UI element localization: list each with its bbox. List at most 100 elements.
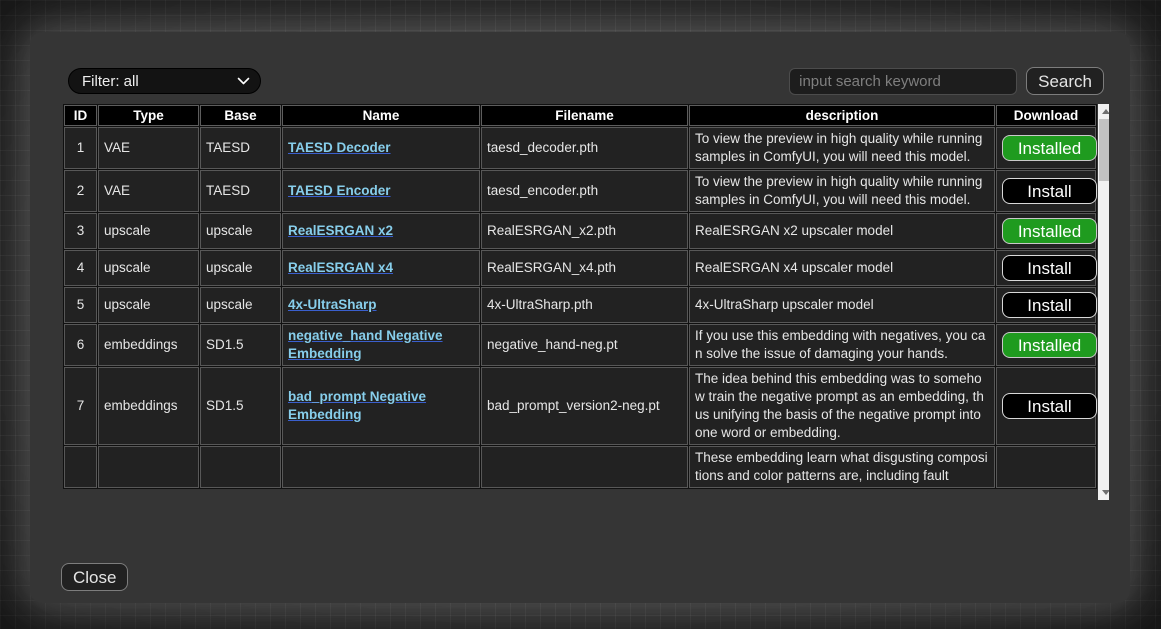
cell-download: Install [996, 367, 1096, 445]
scrollbar-thumb[interactable] [1099, 119, 1109, 181]
cell-base: TAESD [200, 127, 281, 169]
column-header: Download [996, 105, 1096, 126]
cell-id: 7 [64, 367, 97, 445]
cell-description: RealESRGAN x2 upscaler model [689, 213, 995, 249]
cell-download: Installed [996, 213, 1096, 249]
cell-base [200, 446, 281, 488]
cell-download: Installed [996, 127, 1096, 169]
cell-description: 4x-UltraSharp upscaler model [689, 287, 995, 323]
cell-base: TAESD [200, 170, 281, 212]
cell-name: negative_hand Negative Embedding [282, 324, 480, 366]
models-table: IDTypeBaseNameFilenamedescriptionDownloa… [63, 104, 1097, 489]
cell-type: upscale [98, 250, 199, 286]
close-button[interactable]: Close [61, 563, 128, 591]
cell-id [64, 446, 97, 488]
search-input[interactable] [789, 68, 1017, 95]
table-row: 1VAETAESD TAESD Decoder taesd_decoder.pthT… [64, 127, 1096, 169]
cell-description: To view the preview in high quality whil… [689, 127, 995, 169]
model-name-link[interactable]: TAESD Encoder [288, 183, 391, 198]
table-row: These embedding learn what disgusting co… [64, 446, 1096, 488]
model-name-link[interactable]: negative_hand Negative Embedding [288, 328, 443, 361]
install-button[interactable]: Install [1002, 292, 1097, 318]
model-name-link[interactable]: RealESRGAN x2 [288, 223, 393, 238]
cell-download: Install [996, 170, 1096, 212]
cell-filename [481, 446, 688, 488]
cell-name: TAESD Decoder [282, 127, 480, 169]
cell-filename: negative_hand-neg.pt [481, 324, 688, 366]
cell-name [282, 446, 480, 488]
cell-download: Installed [996, 324, 1096, 366]
installed-button[interactable]: Installed [1002, 218, 1097, 244]
model-name-link[interactable]: TAESD Decoder [288, 140, 391, 155]
filter-select[interactable]: Filter: all [68, 68, 261, 94]
cell-description: RealESRGAN x4 upscaler model [689, 250, 995, 286]
cell-base: upscale [200, 250, 281, 286]
scrollbar-down-arrow-icon[interactable] [1098, 486, 1109, 500]
install-button[interactable]: Install [1002, 393, 1097, 419]
cell-name: 4x-UltraSharp [282, 287, 480, 323]
cell-id: 6 [64, 324, 97, 366]
cell-name: bad_prompt Negative Embedding [282, 367, 480, 445]
table-row: 3upscaleupscaleRealESRGAN x2RealESRGAN_x… [64, 213, 1096, 249]
cell-name: RealESRGAN x4 [282, 250, 480, 286]
cell-filename: 4x-UltraSharp.pth [481, 287, 688, 323]
table-row: 5upscaleupscale4x-UltraSharp4x-UltraShar… [64, 287, 1096, 323]
cell-filename: bad_prompt_version2-neg.pt [481, 367, 688, 445]
search-group: Search [789, 67, 1104, 95]
column-header: ID [64, 105, 97, 126]
search-button[interactable]: Search [1026, 67, 1104, 95]
column-header: Name [282, 105, 480, 126]
cell-id: 4 [64, 250, 97, 286]
cell-type: upscale [98, 287, 199, 323]
install-button[interactable]: Install [1002, 255, 1097, 281]
cell-download: Install [996, 287, 1096, 323]
column-header: description [689, 105, 995, 126]
table-row: 4upscaleupscaleRealESRGAN x4RealESRGAN_x… [64, 250, 1096, 286]
cell-filename: RealESRGAN_x2.pth [481, 213, 688, 249]
cell-description: If you use this embedding with negatives… [689, 324, 995, 366]
model-name-link[interactable]: bad_prompt Negative Embedding [288, 389, 426, 422]
table-row: 2VAETAESD TAESD Encoder taesd_encoder.pthT… [64, 170, 1096, 212]
cell-type: embeddings [98, 324, 199, 366]
cell-type: VAE [98, 127, 199, 169]
cell-filename: taesd_encoder.pth [481, 170, 688, 212]
cell-id: 1 [64, 127, 97, 169]
model-name-link[interactable]: 4x-UltraSharp [288, 297, 377, 312]
cell-base: SD1.5 [200, 367, 281, 445]
cell-description: To view the preview in high quality whil… [689, 170, 995, 212]
column-header: Type [98, 105, 199, 126]
cell-type [98, 446, 199, 488]
cell-type: VAE [98, 170, 199, 212]
cell-id: 5 [64, 287, 97, 323]
table-row: 7embeddingsSD1.5bad_prompt Negative Embe… [64, 367, 1096, 445]
model-name-link[interactable]: RealESRGAN x4 [288, 260, 393, 275]
cell-filename: taesd_decoder.pth [481, 127, 688, 169]
table-header-row: IDTypeBaseNameFilenamedescriptionDownloa… [64, 105, 1096, 126]
cell-base: upscale [200, 213, 281, 249]
cell-base: upscale [200, 287, 281, 323]
cell-type: embeddings [98, 367, 199, 445]
cell-description: The idea behind this embedding was to so… [689, 367, 995, 445]
install-button[interactable]: Install [1002, 178, 1097, 204]
installed-button[interactable]: Installed [1002, 135, 1097, 161]
filter-select-label: Filter: all [82, 73, 139, 90]
table-scrollbar[interactable] [1098, 104, 1109, 500]
cell-base: SD1.5 [200, 324, 281, 366]
column-header: Filename [481, 105, 688, 126]
install-models-dialog: Filter: all Search IDTypeBaseNameFilenam… [30, 32, 1130, 603]
installed-button[interactable]: Installed [1002, 332, 1097, 358]
cell-filename: RealESRGAN_x4.pth [481, 250, 688, 286]
scrollbar-up-arrow-icon[interactable] [1098, 104, 1109, 118]
cell-id: 2 [64, 170, 97, 212]
cell-download [996, 446, 1096, 488]
cell-id: 3 [64, 213, 97, 249]
table-row: 6embeddingsSD1.5negative_hand Negative E… [64, 324, 1096, 366]
cell-name: TAESD Encoder [282, 170, 480, 212]
column-header: Base [200, 105, 281, 126]
models-table-area: IDTypeBaseNameFilenamedescriptionDownloa… [63, 104, 1109, 500]
cell-name: RealESRGAN x2 [282, 213, 480, 249]
cell-description: These embedding learn what disgusting co… [689, 446, 995, 488]
cell-download: Install [996, 250, 1096, 286]
chevron-down-icon [237, 77, 250, 86]
cell-type: upscale [98, 213, 199, 249]
